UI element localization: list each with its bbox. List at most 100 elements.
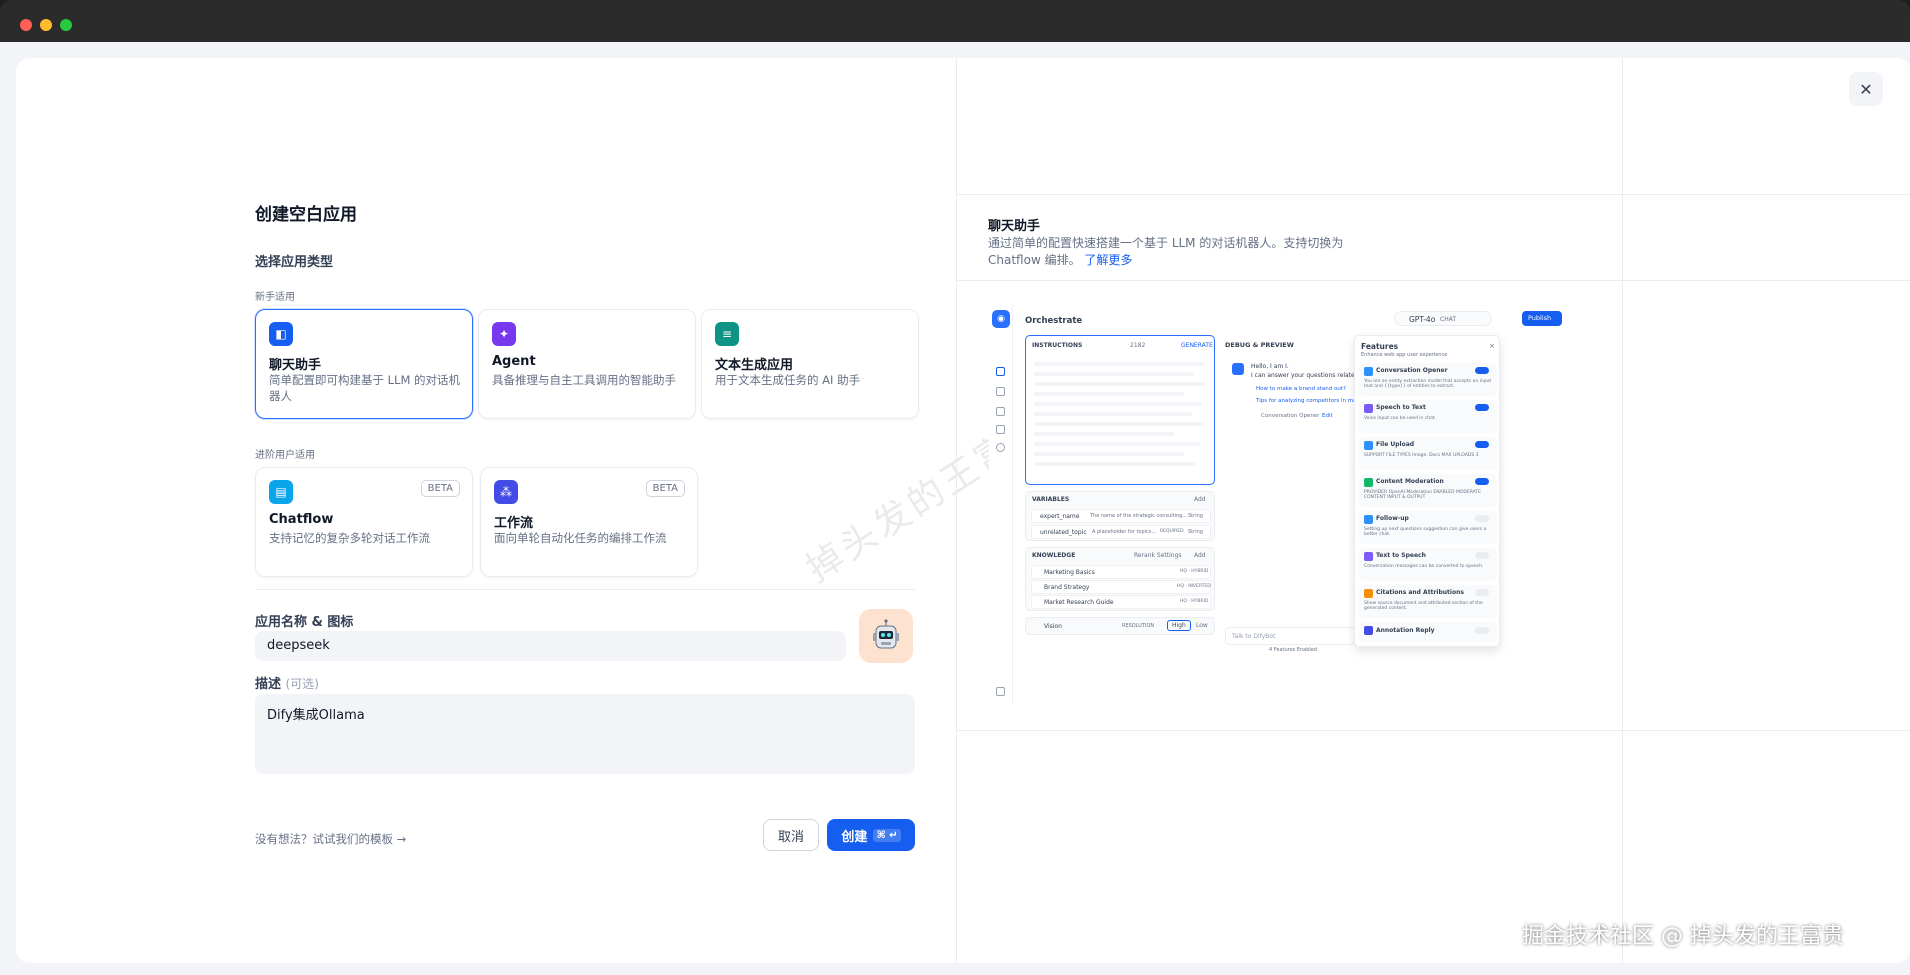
features-enabled: 4 Features Enabled — [1269, 647, 1318, 653]
app-name-input[interactable]: deepseek — [255, 631, 846, 661]
app-window: 创建空白应用 选择应用类型 新手适用 ◧ 聊天助手 简单配置即可构建基于 LLM… — [0, 42, 1910, 975]
close-icon: × — [1489, 342, 1495, 350]
publish-button: Publish — [1522, 311, 1562, 326]
suggested-question: Tips for analyzing competitors in market — [1256, 398, 1368, 404]
knowledge-row: Brand Strategy HQ · INVERTED — [1031, 580, 1211, 594]
feature-card: Follow-up Setting up next questions sugg… — [1359, 511, 1497, 544]
grid-line — [957, 280, 1910, 281]
card-title: Chatflow — [269, 512, 334, 527]
file-upload-icon — [1364, 441, 1373, 450]
feature-name: Citations and Attributions — [1376, 589, 1464, 596]
template-link-text: 没有想法？试试我们的模板 — [255, 832, 393, 846]
divider — [255, 589, 915, 590]
card-desc: 面向单轮自动化任务的编排工作流 — [494, 531, 667, 545]
variable-row: expert_name The name of the strategic co… — [1031, 509, 1211, 523]
app-type-card-chat-assistant[interactable]: ◧ 聊天助手 简单配置即可构建基于 LLM 的对话机器人 — [255, 309, 473, 419]
model-name: GPT-4o — [1409, 315, 1436, 324]
description-label: 描述 (可选) — [255, 673, 319, 692]
preview-title: 聊天助手 — [988, 219, 1041, 234]
annotation-icon — [1364, 626, 1373, 635]
rerank-settings: Rerank Settings — [1134, 552, 1182, 559]
minimize-window-button[interactable] — [40, 19, 52, 31]
robot-icon — [873, 619, 899, 649]
advanced-group-label: 进阶用户适用 — [255, 450, 315, 461]
close-window-button[interactable] — [20, 19, 32, 31]
nav-icon — [996, 367, 1005, 376]
chat-input-placeholder: Talk to DifyBot — [1232, 633, 1276, 640]
feature-name: File Upload — [1376, 441, 1415, 448]
text-line — [1034, 412, 1192, 416]
create-button[interactable]: 创建 ⌘ ↵ — [827, 819, 915, 851]
kb-tag: HQ · HYBRID — [1180, 569, 1209, 574]
text-line — [1034, 422, 1204, 426]
grid-line — [957, 730, 1910, 731]
knowledge-row: Market Research Guide HQ · HYBRID — [1031, 595, 1211, 609]
variables-label: VARIABLES — [1032, 496, 1070, 503]
knowledge-add: Add — [1194, 552, 1206, 559]
vision-section: Vision RESOLUTION High Low — [1025, 617, 1215, 635]
create-app-dialog: 创建空白应用 选择应用类型 新手适用 ◧ 聊天助手 简单配置即可构建基于 LLM… — [16, 58, 1910, 963]
bot-hello: Hello, I am I. — [1251, 363, 1289, 370]
vision-label: Vision — [1044, 623, 1062, 630]
feature-desc: PROVIDER OpenAI Moderation ENABLED MODER… — [1364, 490, 1481, 500]
bot-intro: I can answer your questions related — [1251, 372, 1359, 379]
chat-bot-icon: ◧ — [269, 322, 293, 346]
feature-toggle — [1475, 441, 1489, 448]
instructions-count: 2182 — [1130, 342, 1146, 349]
var-desc: A placeholder for topics... — [1092, 529, 1157, 535]
maximize-window-button[interactable] — [60, 19, 72, 31]
feature-toggle — [1475, 627, 1489, 634]
text-line — [1034, 362, 1204, 366]
bot-avatar — [1232, 363, 1244, 375]
workflow-icon: ⁂ — [494, 480, 518, 504]
cancel-button[interactable]: 取消 — [763, 819, 819, 851]
var-required: REQUIRED — [1160, 529, 1184, 534]
app-icon-picker[interactable] — [859, 609, 913, 663]
moderation-icon — [1364, 478, 1373, 487]
description-textarea[interactable]: Dify集成Ollama — [255, 694, 915, 774]
resolution-high: High — [1167, 620, 1191, 631]
microphone-icon — [1364, 404, 1373, 413]
feature-card: File Upload SUPPORT FILE TYPES Image, Do… — [1359, 437, 1497, 470]
feature-card: Content Moderation PROVIDER OpenAI Moder… — [1359, 474, 1497, 507]
feature-toggle — [1475, 589, 1489, 596]
feature-name: Text to Speech — [1376, 552, 1426, 559]
model-tag: CHAT — [1440, 316, 1457, 323]
card-desc: 简单配置即可构建基于 LLM 的对话机器人 — [269, 373, 461, 403]
grid-line — [957, 194, 1910, 195]
var-type: String — [1188, 513, 1203, 519]
kb-name: Brand Strategy — [1044, 584, 1090, 591]
citation-icon — [1364, 589, 1373, 598]
var-name: unrelated_topic — [1040, 529, 1087, 536]
preview-desc-text: 通过简单的配置快速搭建一个基于 LLM 的对话机器人。支持切换为 Chatflo… — [988, 236, 1344, 267]
feature-desc: You are an entity extraction model that … — [1364, 379, 1492, 389]
generate-label: GENERATE — [1181, 342, 1213, 349]
agent-icon: ✦ — [492, 322, 516, 346]
feature-card: Annotation Reply — [1359, 622, 1497, 642]
beginner-group-label: 新手适用 — [255, 292, 295, 303]
beta-badge: BETA — [645, 480, 685, 497]
orchestrate-title: Orchestrate — [1025, 316, 1083, 326]
close-dialog-button[interactable]: ✕ — [1849, 72, 1883, 106]
feature-name: Conversation Opener — [1376, 367, 1448, 374]
feature-card: Conversation Opener You are an entity ex… — [1359, 363, 1497, 396]
app-type-card-workflow[interactable]: ⁂ BETA 工作流 面向单轮自动化任务的编排工作流 — [480, 467, 698, 577]
var-type: String — [1188, 529, 1203, 535]
feature-card: Speech to Text Voice input can be used i… — [1359, 400, 1497, 433]
template-link[interactable]: 没有想法？试试我们的模板 → — [255, 831, 406, 847]
app-type-card-agent[interactable]: ✦ Agent 具备推理与自主工具调用的智能助手 — [478, 309, 696, 419]
conversation-opener-icon — [1364, 367, 1373, 376]
card-desc: 支持记忆的复杂多轮对话工作流 — [269, 531, 430, 545]
nav-icon — [996, 443, 1005, 452]
text-line — [1034, 392, 1184, 396]
conversation-opener-note: Conversation Opener — [1261, 413, 1320, 419]
app-logo-icon: ◉ — [992, 310, 1010, 328]
var-desc: The name of the strategic consulting... — [1090, 513, 1188, 519]
collapse-icon — [996, 687, 1005, 696]
close-icon: ✕ — [1859, 79, 1873, 99]
variables-add: Add — [1194, 496, 1206, 503]
learn-more-link[interactable]: 了解更多 — [1084, 253, 1132, 267]
text-line — [1034, 462, 1196, 466]
app-type-card-chatflow[interactable]: ▤ BETA Chatflow 支持记忆的复杂多轮对话工作流 — [255, 467, 473, 577]
app-type-card-text-generator[interactable]: ≡ 文本生成应用 用于文本生成任务的 AI 助手 — [701, 309, 919, 419]
